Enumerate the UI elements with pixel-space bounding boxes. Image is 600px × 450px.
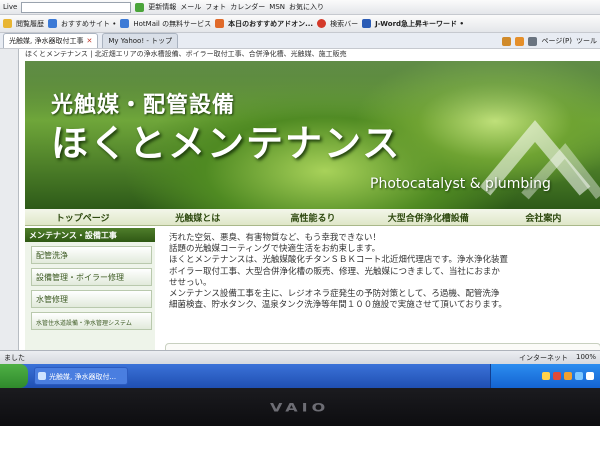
favorite-link[interactable]: J-Word急上昇キーワード • [375, 19, 464, 29]
live-label: Live [3, 3, 18, 11]
link-icon [48, 19, 57, 28]
intro-line: メンテナンス設備工事を主に、レジオネラ症発生の予防対策として、ろ過機、配管洗浄 [169, 289, 500, 300]
windows-taskbar: 光触媒, 浄水器取付... [0, 364, 600, 388]
taskbar-window-button[interactable]: 光触媒, 浄水器取付... [34, 367, 128, 385]
banner-english-tagline: Photocatalyst & plumbing [370, 176, 551, 192]
favorite-link[interactable]: 閲覧履歴 [16, 19, 44, 29]
link-icon [215, 19, 225, 28]
tray-icon[interactable] [586, 372, 594, 380]
favorite-link[interactable]: おすすめサイト • [61, 19, 116, 29]
site-description: ほくとメンテナンス | 北近畑エリアの浄水槽設備、ボイラー取付工事、合併浄化槽、… [19, 49, 600, 60]
live-search-input[interactable] [21, 1, 132, 13]
zoom-level[interactable]: 100% [576, 353, 596, 362]
vaio-logo: VAIO [270, 400, 330, 415]
power-icon [317, 19, 327, 28]
tray-icon[interactable] [553, 372, 561, 380]
sidebar-item-water-pipe-repair[interactable]: 水管修理 [31, 290, 152, 308]
tray-icon[interactable] [575, 372, 583, 380]
start-button[interactable] [0, 364, 28, 388]
nav-company-info[interactable]: 会社案内 [486, 211, 600, 224]
nav-photocatalyst[interactable]: 光触媒とは [140, 211, 255, 224]
intro-line: ボイラー取付工事、大型合併浄化槽の販売、修理、光触媒につきまして、当社におまか [169, 266, 500, 277]
toolbar-item[interactable]: フォト [205, 2, 226, 12]
rss-icon[interactable] [515, 36, 525, 46]
favorite-link[interactable]: HotMail の無料サービス [133, 19, 211, 29]
sidebar-item-boiler-repair[interactable]: 設備管理・ボイラー修理 [31, 268, 152, 286]
nav-septic-tank[interactable]: 大型合併浄化槽設備 [371, 211, 486, 224]
tab-label: My Yahoo! - トップ [108, 37, 173, 45]
toolbar-item[interactable]: カレンダー [230, 2, 265, 12]
tray-icon[interactable] [542, 372, 550, 380]
page-menu[interactable]: ページ(P) [541, 36, 572, 46]
tray-icon[interactable] [564, 372, 572, 380]
screen: Live 更新情報 メール フォト カレンダー MSN お気に入り 閲覧履歴 お… [0, 0, 600, 388]
status-text: ました [4, 354, 25, 362]
sidebar-item-water-system[interactable]: 水管住水道設備・浄水管理システム [31, 312, 152, 330]
status-bar: ました インターネット 100% [0, 350, 600, 364]
toolbar-item[interactable]: 更新情報 [148, 2, 176, 12]
intro-line: 汚れた空気、悪臭、有害物質など、もう幸我できない！ [169, 233, 381, 243]
nav-high-performance[interactable]: 高性能るり [255, 211, 370, 224]
nav-top-page[interactable]: トップページ [25, 211, 140, 224]
intro-line: ほくとメンテナンスは、光触媒酸化チタンＳＢＫコート北近畑代理店です。浄水浄化装置 [169, 255, 508, 266]
tools-menu[interactable]: ツール [576, 36, 597, 46]
close-icon[interactable]: ✕ [86, 37, 92, 45]
sidebar-item-pipe-cleaning[interactable]: 配管洗浄 [31, 246, 152, 264]
favorite-link[interactable]: 本日のおすすめアドオン... [228, 19, 313, 29]
favorites-star-icon[interactable] [3, 19, 12, 28]
tab-hokuto[interactable]: 光触媒, 浄水器取付工事 ✕ [3, 33, 99, 48]
intro-text: 汚れた空気、悪臭、有害物質など、もう幸我できない！ 話題の光触媒コーティングで快… [159, 233, 599, 353]
intro-line: 話題の光触媒コーティングで快適生活をお約束します。 [169, 244, 381, 255]
toolbar-item[interactable]: お気に入り [289, 2, 324, 12]
background [0, 426, 600, 450]
favorite-link[interactable]: 検索バー [330, 19, 358, 29]
company-logo-mark [479, 120, 600, 200]
internet-zone-label: インターネット [518, 354, 568, 362]
search-go-icon[interactable] [135, 2, 145, 12]
tab-label: 光触媒, 浄水器取付工事 [9, 37, 84, 45]
left-gutter [0, 49, 18, 350]
print-icon[interactable] [528, 36, 538, 46]
link-icon [120, 19, 130, 28]
web-page: ほくとメンテナンス | 北近畑エリアの浄水槽設備、ボイラー取付工事、合併浄化槽、… [18, 49, 600, 362]
favorites-bar: 閲覧履歴 おすすめサイト • HotMail の無料サービス 本日のおすすめアド… [0, 15, 600, 33]
intro-line: 細菌検査、貯水タンク、温泉タンク洗浄等年間１００施設で実施させて頂いております。 [169, 300, 507, 311]
sidebar: メンテナンス・設備工事 配管洗浄 設備管理・ボイラー修理 水管修理 水管住水道設… [25, 228, 155, 362]
home-icon[interactable] [502, 36, 512, 46]
hero-banner: 光触媒・配管設備 ほくとメンテナンス Photocatalyst & plumb… [25, 61, 600, 209]
sidebar-heading: メンテナンス・設備工事 [25, 228, 155, 242]
live-toolbar: Live 更新情報 メール フォト カレンダー MSN お気に入り [0, 0, 600, 15]
system-tray [490, 364, 600, 388]
toolbar-item[interactable]: メール [180, 2, 201, 12]
banner-title: ほくとメンテナンス [51, 122, 402, 165]
link-icon [362, 19, 372, 28]
tab-yahoo[interactable]: My Yahoo! - トップ [102, 33, 179, 48]
toolbar-item[interactable]: MSN [269, 3, 285, 11]
tab-bar: 光触媒, 浄水器取付工事 ✕ My Yahoo! - トップ ページ(P) ツー… [0, 33, 600, 49]
intro-line: せせっい。 [169, 277, 212, 288]
main-nav: トップページ 光触媒とは 高性能るり 大型合併浄化槽設備 会社案内 [25, 209, 600, 226]
